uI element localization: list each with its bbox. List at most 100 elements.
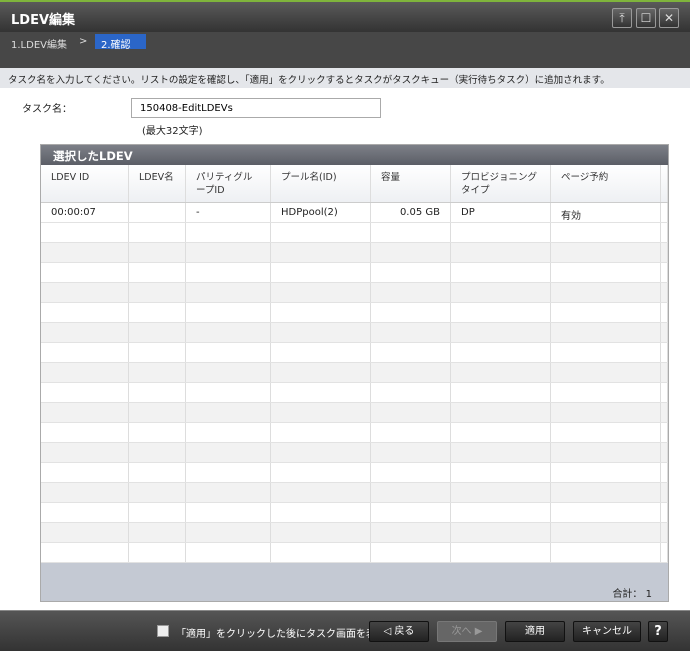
show-task-checkbox-label[interactable]: 「適用」をクリックした後にタスク画面を表示: [176, 625, 386, 640]
action-bar: 「適用」をクリックした後にタスク画面を表示 ◁ 戻る 次へ ▶ 適用 キャンセル…: [0, 610, 690, 651]
cell: -: [186, 203, 271, 222]
column-header[interactable]: プール名(ID): [271, 165, 371, 202]
cell: [271, 263, 371, 282]
cell: [661, 383, 668, 402]
cell: [271, 383, 371, 402]
cell: [551, 503, 661, 522]
cell: 00:00:07: [41, 203, 129, 222]
cell: [451, 463, 551, 482]
cell: [41, 343, 129, 362]
cell: [271, 483, 371, 502]
cell: [41, 503, 129, 522]
cell: [551, 363, 661, 382]
cell: [129, 283, 186, 302]
table-row-empty: [41, 543, 668, 563]
cell: [186, 383, 271, 402]
cell: [41, 543, 129, 562]
table-row-empty: [41, 503, 668, 523]
close-icon[interactable]: ✕: [659, 8, 679, 28]
cell: [129, 463, 186, 482]
panel-title: 選択したLDEV: [41, 145, 668, 165]
cell: [186, 223, 271, 242]
cell: [41, 423, 129, 442]
cell: [41, 383, 129, 402]
cell: [661, 263, 668, 282]
title-bar: LDEV編集 ⤒ ☐ ✕: [0, 0, 690, 32]
cell: [551, 423, 661, 442]
column-header[interactable]: LDEV ID: [41, 165, 129, 202]
task-name-input[interactable]: [131, 98, 381, 118]
cell: [661, 403, 668, 422]
cell: [129, 383, 186, 402]
cell: [661, 243, 668, 262]
breadcrumb-step1[interactable]: 1.LDEV編集: [11, 36, 67, 51]
cell: [371, 403, 451, 422]
column-header-filler: [661, 165, 668, 202]
cell: [551, 463, 661, 482]
next-button: 次へ ▶: [437, 621, 497, 642]
cell: [129, 263, 186, 282]
cell: [129, 403, 186, 422]
table-row[interactable]: 00:00:07 - HDPpool(2) 0.05 GB DP 有効: [41, 203, 668, 223]
column-header[interactable]: プロビジョニングタイプ: [451, 165, 551, 202]
table-row-empty: [41, 423, 668, 443]
cell: [551, 343, 661, 362]
ldev-table: LDEV ID LDEV名 パリティグループID プール名(ID) 容量 プロビ…: [41, 165, 668, 563]
cell: [271, 343, 371, 362]
table-header: LDEV ID LDEV名 パリティグループID プール名(ID) 容量 プロビ…: [41, 165, 668, 203]
cell: 0.05 GB: [371, 203, 451, 222]
window-title: LDEV編集: [11, 13, 76, 28]
help-icon[interactable]: ?: [648, 621, 668, 642]
cell: [41, 523, 129, 542]
column-header[interactable]: 容量: [371, 165, 451, 202]
cell: [371, 463, 451, 482]
cell: [551, 483, 661, 502]
table-row-empty: [41, 303, 668, 323]
cell: HDPpool(2): [271, 203, 371, 222]
pin-icon[interactable]: ⤒: [612, 8, 632, 28]
cell: [271, 283, 371, 302]
cell: [661, 343, 668, 362]
cell: [661, 223, 668, 242]
column-header[interactable]: LDEV名: [129, 165, 186, 202]
cell: [186, 483, 271, 502]
total-value: 1: [645, 589, 652, 600]
cell: [371, 443, 451, 462]
table-row-empty: [41, 403, 668, 423]
cell: [661, 423, 668, 442]
cell: [186, 523, 271, 542]
cell: [551, 403, 661, 422]
cell: [451, 263, 551, 282]
cell: [451, 503, 551, 522]
cell: [451, 443, 551, 462]
column-header[interactable]: パリティグループID: [186, 165, 271, 202]
cell: [661, 283, 668, 302]
cell: [371, 263, 451, 282]
maximize-icon[interactable]: ☐: [636, 8, 656, 28]
cell: [661, 363, 668, 382]
cell: [661, 483, 668, 502]
cell: [371, 303, 451, 322]
cell: [271, 303, 371, 322]
cancel-button[interactable]: キャンセル: [573, 621, 641, 642]
cell: [186, 503, 271, 522]
cell: [661, 303, 668, 322]
cell: [371, 323, 451, 342]
cell: [451, 363, 551, 382]
back-button[interactable]: ◁ 戻る: [369, 621, 429, 642]
cell: [371, 483, 451, 502]
show-task-checkbox[interactable]: [157, 625, 169, 637]
cell: [129, 523, 186, 542]
table-row-empty: [41, 323, 668, 343]
task-name-hint: (最大32文字): [142, 126, 203, 137]
cell: [371, 283, 451, 302]
cell: [271, 523, 371, 542]
column-header[interactable]: ページ予約: [551, 165, 661, 202]
apply-button[interactable]: 適用: [505, 621, 565, 642]
cell: 有効: [551, 203, 661, 222]
cell: [186, 463, 271, 482]
cell: [271, 503, 371, 522]
cell: [186, 303, 271, 322]
cell: [129, 223, 186, 242]
cell: [41, 243, 129, 262]
